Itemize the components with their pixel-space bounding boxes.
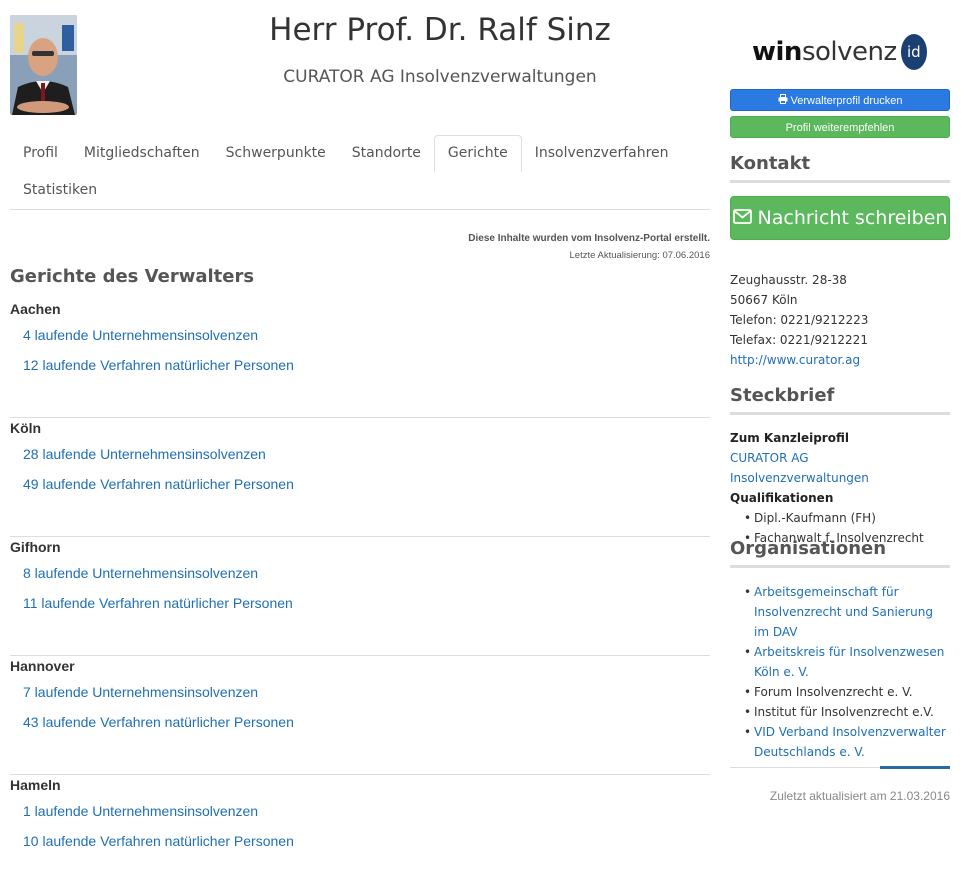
printer-icon	[778, 90, 788, 112]
court-name: Aachen	[10, 301, 61, 317]
address-fax: Telefax: 0221/9212221	[730, 333, 868, 347]
write-message-button[interactable]: Nachricht schreiben	[730, 196, 950, 240]
notice-updated: Letzte Aktualisierung: 07.06.2016	[569, 250, 711, 261]
tab-standorte[interactable]: Standorte	[339, 135, 434, 172]
company-insolvencies-link[interactable]: 7 laufende Unternehmensinsolvenzen	[23, 684, 258, 700]
tab-statistiken[interactable]: Statistiken	[10, 172, 110, 209]
organisations-list: Arbeitsgemeinschaft für Insolvenzrecht u…	[730, 582, 950, 762]
tab-profil[interactable]: Profil	[10, 135, 71, 172]
tab-schwerpunkte[interactable]: Schwerpunkte	[213, 135, 339, 172]
tab-insolvenzverfahren[interactable]: Insolvenzverfahren	[522, 135, 682, 172]
kanzleiprofil-label: Zum Kanzleiprofil	[730, 431, 849, 445]
company-insolvencies-link[interactable]: 4 laufende Unternehmensinsolvenzen	[23, 327, 258, 343]
organisation-link[interactable]: VID Verband Insolvenzverwalter Deutschla…	[754, 725, 946, 759]
company-insolvencies-link[interactable]: 28 laufende Unternehmensinsolvenzen	[23, 446, 266, 462]
person-procedures-link[interactable]: 11 laufende Verfahren natürlicher Person…	[23, 595, 293, 611]
envelope-icon	[732, 207, 758, 229]
winsolvenz-logo[interactable]: win solvenz id	[752, 32, 927, 72]
court-item: Gifhorn 8 laufende Unternehmensinsolvenz…	[10, 537, 710, 656]
courts-list: Aachen 4 laufende Unternehmensinsolvenze…	[10, 299, 710, 879]
court-item: Aachen 4 laufende Unternehmensinsolvenze…	[10, 299, 710, 418]
write-message-label: Nachricht schreiben	[757, 207, 948, 229]
address-city: 50667 Köln	[730, 293, 798, 307]
organisation-link[interactable]: Arbeitskreis für Insolvenzwesen Köln e. …	[754, 645, 944, 679]
tab-mitgliedschaften[interactable]: Mitgliedschaften	[71, 135, 213, 172]
notice-text: Diese Inhalte wurden vom Insolvenz-Porta…	[468, 233, 710, 244]
organisations-heading: Organisationen	[730, 538, 950, 568]
kanzleiprofil-link[interactable]: CURATOR AG Insolvenzverwaltungen	[730, 451, 869, 485]
recommend-profile-button[interactable]: Profil weiterempfehlen	[730, 116, 950, 138]
person-procedures-link[interactable]: 12 laufende Verfahren natürlicher Person…	[23, 357, 294, 373]
website-link[interactable]: http://www.curator.ag	[730, 353, 860, 367]
steckbrief-heading: Steckbrief	[730, 385, 950, 415]
content-notice: Diese Inhalte wurden vom Insolvenz-Porta…	[468, 233, 710, 261]
court-name: Gifhorn	[10, 539, 61, 555]
company-insolvencies-link[interactable]: 8 laufende Unternehmensinsolvenzen	[23, 565, 258, 581]
person-procedures-link[interactable]: 10 laufende Verfahren natürlicher Person…	[23, 833, 294, 849]
address-phone: Telefon: 0221/9212223	[730, 313, 869, 327]
qualification-item: Dipl.-Kaufmann (FH)	[744, 508, 950, 528]
print-profile-button[interactable]: Verwalterprofil drucken	[730, 89, 950, 111]
logo-id-badge: id	[900, 34, 927, 70]
court-item: Hannover 7 laufende Unternehmensinsolven…	[10, 656, 710, 775]
last-updated: Zuletzt aktualisiert am 21.03.2016	[769, 789, 950, 803]
person-procedures-link[interactable]: 43 laufende Verfahren natürlicher Person…	[23, 714, 294, 730]
organisation-item: Institut für Insolvenzrecht e.V.	[744, 702, 950, 722]
address-street: Zeughausstr. 28-38	[730, 273, 847, 287]
court-name: Hannover	[10, 658, 75, 674]
contact-heading: Kontakt	[730, 153, 950, 183]
page-title: Herr Prof. Dr. Ralf Sinz	[269, 12, 611, 48]
qualifications-label: Qualifikationen	[730, 491, 834, 505]
organisation-item: VID Verband Insolvenzverwalter Deutschla…	[744, 722, 950, 762]
steckbrief: Zum Kanzleiprofil CURATOR AG Insolvenzve…	[730, 428, 950, 548]
contact-address: Zeughausstr. 28-38 50667 Köln Telefon: 0…	[730, 270, 868, 370]
section-title: Gerichte des Verwalters	[10, 266, 255, 287]
organisation-item: Arbeitskreis für Insolvenzwesen Köln e. …	[744, 642, 950, 682]
tab-gerichte[interactable]: Gerichte	[433, 135, 522, 172]
organisation-item: Forum Insolvenzrecht e. V.	[744, 682, 950, 702]
court-name: Köln	[10, 420, 42, 436]
court-name: Hameln	[10, 777, 61, 793]
person-procedures-link[interactable]: 49 laufende Verfahren natürlicher Person…	[23, 476, 294, 492]
tabs-divider	[10, 209, 710, 210]
sidebar-divider-accent	[880, 766, 950, 769]
court-item: Köln 28 laufende Unternehmensinsolvenzen…	[10, 418, 710, 537]
company-name: CURATOR AG Insolvenzverwaltungen	[283, 67, 597, 87]
organisation-item: Arbeitsgemeinschaft für Insolvenzrecht u…	[744, 582, 950, 642]
profile-photo	[10, 15, 77, 115]
logo-solvenz: solvenz	[801, 37, 897, 67]
company-insolvencies-link[interactable]: 1 laufende Unternehmensinsolvenzen	[23, 803, 258, 819]
profile-tabs: Profil Mitgliedschaften Schwerpunkte Sta…	[10, 135, 710, 209]
organisation-link[interactable]: Arbeitsgemeinschaft für Insolvenzrecht u…	[754, 585, 933, 639]
logo-win: win	[752, 37, 802, 67]
court-item: Hameln 1 laufende Unternehmensinsolvenze…	[10, 775, 710, 879]
print-profile-label: Verwalterprofil drucken	[790, 95, 903, 107]
